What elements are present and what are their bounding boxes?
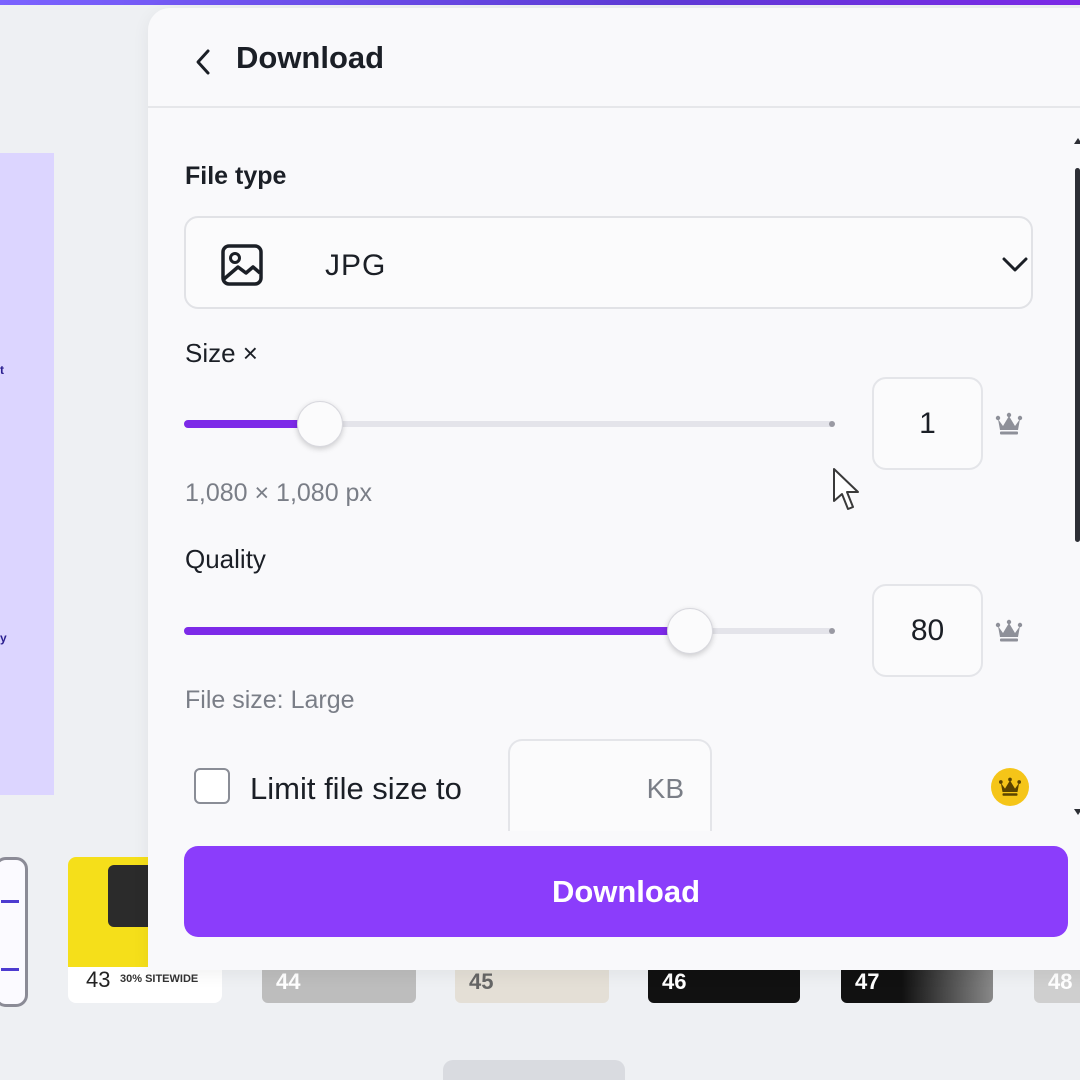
page-number: 45 bbox=[469, 969, 494, 994]
panel-title: Download bbox=[236, 40, 385, 75]
scroll-up-arrow-icon[interactable] bbox=[1074, 132, 1080, 150]
page-thumbnail-45[interactable]: 45 bbox=[455, 965, 609, 1003]
size-label: Size × bbox=[185, 338, 258, 368]
file-type-select[interactable]: JPG bbox=[184, 216, 1033, 309]
limit-file-size-checkbox[interactable] bbox=[194, 768, 230, 804]
download-button[interactable]: Download bbox=[184, 846, 1068, 937]
page-thumbnail-47[interactable]: 47 bbox=[841, 965, 993, 1003]
kb-unit-label: KB bbox=[646, 773, 684, 804]
chevron-left-icon bbox=[196, 49, 210, 75]
quality-slider-handle[interactable] bbox=[667, 608, 714, 654]
size-value-input[interactable]: 1 bbox=[872, 377, 983, 470]
scrollbar-thumb[interactable] bbox=[1075, 168, 1080, 542]
crown-icon bbox=[995, 412, 1023, 441]
page-number: 47 bbox=[855, 969, 880, 994]
bottom-toolbar bbox=[443, 1060, 625, 1080]
selected-page-thumbnail[interactable] bbox=[0, 857, 28, 1007]
canvas-page-preview: t y bbox=[0, 153, 54, 795]
page-number: 48 bbox=[1048, 969, 1073, 994]
page-number: 43 bbox=[86, 967, 111, 992]
page-number: 46 bbox=[662, 969, 687, 994]
image-icon bbox=[220, 243, 264, 292]
limit-file-size-label: Limit file size to bbox=[250, 771, 462, 806]
top-accent-bar bbox=[0, 0, 1080, 5]
crown-icon bbox=[999, 777, 1021, 796]
size-slider-handle[interactable] bbox=[297, 401, 344, 447]
scroll-down-arrow-icon[interactable] bbox=[1074, 803, 1080, 821]
quality-slider-fill bbox=[184, 627, 691, 635]
quality-label: Quality bbox=[185, 544, 266, 574]
canvas-fragment-text: y bbox=[0, 631, 7, 645]
page-thumbnail-44[interactable]: 44 bbox=[262, 965, 416, 1003]
file-size-estimate: File size: Large bbox=[185, 686, 355, 714]
limit-file-size-input[interactable]: KB bbox=[508, 739, 712, 831]
thumbnail-text: 30% SITEWIDE bbox=[120, 973, 199, 985]
canvas-fragment-text: t bbox=[0, 363, 4, 377]
quality-value-input[interactable]: 80 bbox=[872, 584, 983, 677]
back-button[interactable] bbox=[186, 42, 220, 82]
page-thumbnail-48[interactable]: 48 bbox=[1034, 965, 1080, 1003]
chevron-down-icon bbox=[1000, 250, 1030, 285]
mouse-pointer-icon bbox=[832, 467, 864, 518]
page-number: 44 bbox=[276, 969, 301, 994]
download-panel: Download File type JPG Size × 1 1,080 × … bbox=[148, 8, 1080, 970]
pro-badge bbox=[991, 768, 1029, 806]
size-dimensions: 1,080 × 1,080 px bbox=[185, 479, 372, 507]
size-slider[interactable] bbox=[184, 401, 835, 447]
quality-slider[interactable] bbox=[184, 608, 835, 654]
file-type-value: JPG bbox=[325, 249, 387, 282]
panel-header: Download bbox=[148, 8, 1080, 108]
page-thumbnail-46[interactable]: 46 bbox=[648, 965, 800, 1003]
crown-icon bbox=[995, 619, 1023, 648]
file-type-label: File type bbox=[185, 162, 287, 190]
